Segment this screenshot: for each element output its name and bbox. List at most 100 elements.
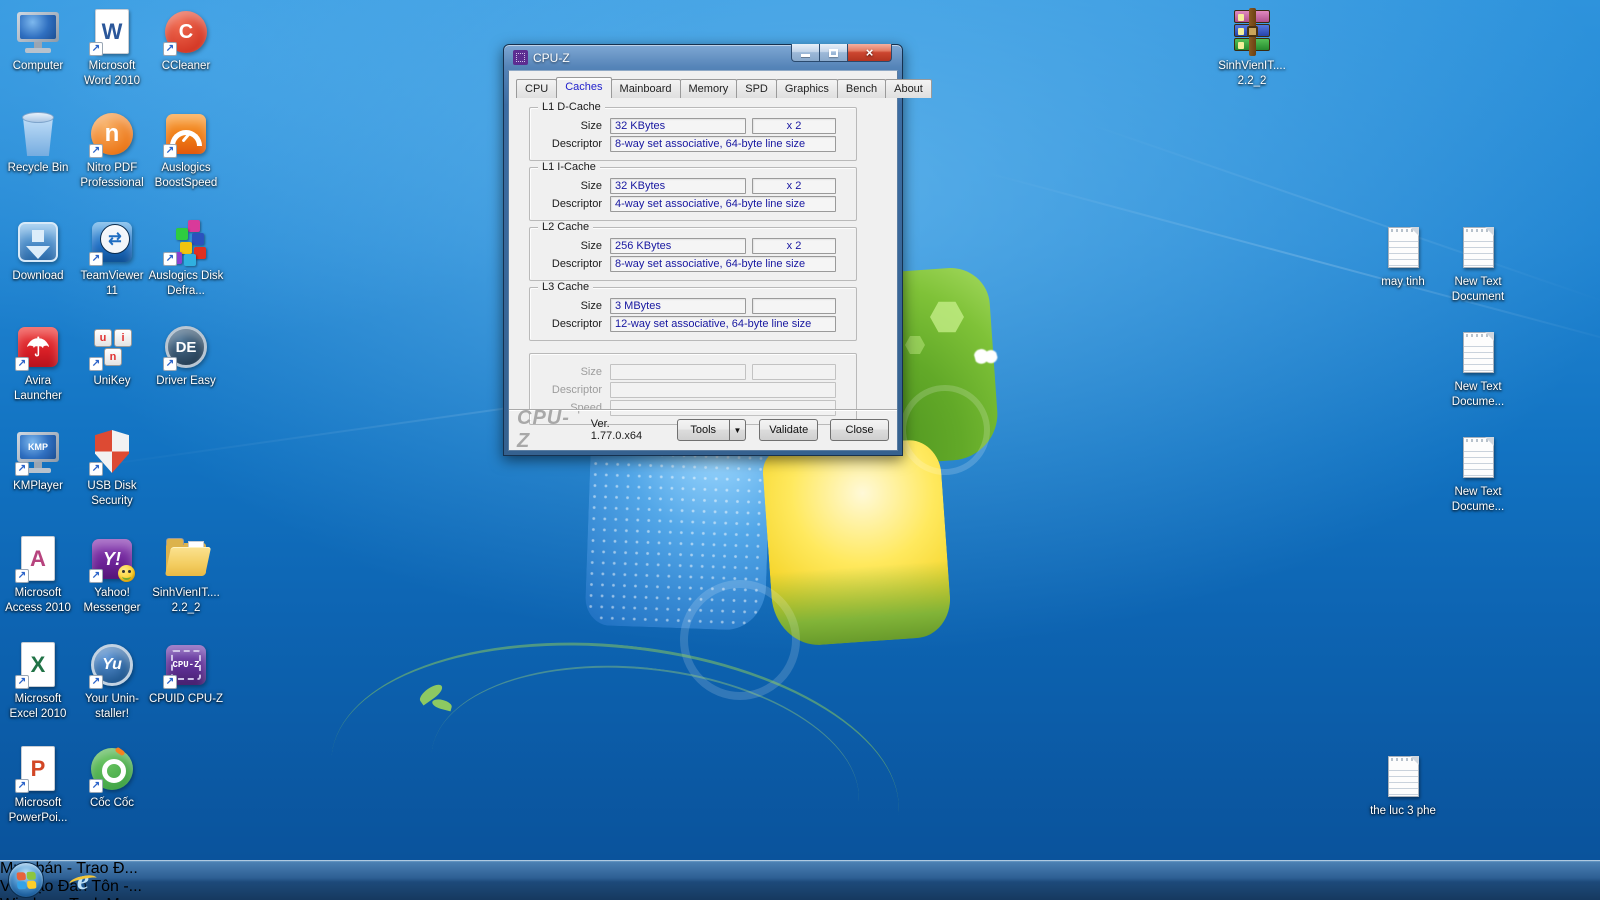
desktop-icon-sinhvienit-folder[interactable]: SinhVienIT.... 2.2_2 (148, 535, 224, 616)
descriptor-label: Descriptor (551, 258, 602, 270)
empty-count-field (752, 364, 836, 380)
desktop-icon-sinhvienit-rar[interactable]: SinhVienIT.... 2.2_2 (1214, 8, 1290, 89)
folder-icon (162, 535, 212, 583)
icon-label: CCleaner (161, 60, 211, 72)
cpuz-logo: CPU-Z (517, 407, 570, 452)
taskbar-button-coccoc-2[interactable]: Võ Đạo Đan Tôn -... (0, 878, 1600, 896)
desktop-icon-unikey[interactable]: u i n UniKey (74, 323, 150, 389)
title-bar[interactable]: CPU-Z × (508, 44, 898, 70)
text-document-icon (1454, 329, 1502, 377)
tab-graphics[interactable]: Graphics (775, 79, 838, 98)
empty-size-field (610, 364, 746, 380)
tab-strip: CPU Caches Mainboard Memory SPD Graphics… (509, 71, 932, 98)
close-dialog-button[interactable]: Close (830, 419, 889, 441)
desktop-icon-nitro-pdf[interactable]: n Nitro PDF Professional (74, 110, 150, 191)
l3-size-field: 3 MBytes (610, 298, 746, 314)
winrar-archive-icon (1228, 8, 1276, 56)
desktop-icon-the-luc-3-phe[interactable]: the luc 3 phe (1365, 753, 1441, 819)
group-title: L2 Cache (538, 221, 594, 233)
shortcut-arrow-icon (89, 42, 103, 56)
size-label: Size (580, 180, 602, 192)
close-button[interactable]: × (847, 44, 892, 62)
tab-caches[interactable]: Caches (556, 77, 612, 98)
nitro-pdf-icon: n (88, 110, 136, 158)
shortcut-arrow-icon (163, 42, 177, 56)
cpuz-window: CPU-Z × CPU Caches Mainboard Memory SPD … (503, 44, 932, 456)
shortcut-arrow-icon (15, 675, 29, 689)
desktop-icon-your-uninstaller[interactable]: Yu Your Unin-staller! (74, 641, 150, 722)
icon-label: Cốc Cốc (89, 797, 135, 809)
desktop-icon-yahoo-messenger[interactable]: Y! Yahoo! Messenger (74, 535, 150, 616)
tools-button[interactable]: Tools (676, 419, 730, 441)
start-button[interactable] (8, 862, 44, 898)
desktop-icon-powerpoint[interactable]: P Microsoft PowerPoi... (0, 745, 76, 826)
wallpaper-ring (900, 385, 990, 475)
tab-about[interactable]: About (885, 79, 932, 98)
tools-dropdown-button[interactable]: ▼ (729, 419, 747, 441)
validate-button[interactable]: Validate (759, 419, 819, 441)
desktop-icon-boostspeed[interactable]: Auslogics BoostSpeed (148, 110, 224, 191)
usb-disk-security-icon (88, 428, 136, 476)
desktop-icon-new-text-document-3[interactable]: New Text Docume... (1440, 434, 1516, 515)
windows-explorer-button[interactable] (128, 864, 162, 896)
desktop-icon-ccleaner[interactable]: C CCleaner (148, 8, 224, 74)
desktop-icon-new-text-document[interactable]: New Text Document (1440, 224, 1516, 305)
icon-label: Avira Launcher (14, 375, 62, 402)
download-icon (14, 218, 62, 266)
desktop-icon-disk-defrag[interactable]: Auslogics Disk Defra... (148, 218, 224, 299)
maximize-button[interactable] (819, 44, 848, 62)
descriptor-label: Descriptor (551, 198, 602, 210)
size-label: Size (580, 240, 602, 252)
l1-dcache-group: L1 D-Cache Size 32 KBytes x 2 Descriptor… (529, 101, 857, 161)
desktop-icon-new-text-document-2[interactable]: New Text Docume... (1440, 329, 1516, 410)
desktop-icon-kmplayer[interactable]: KMP KMPlayer (0, 428, 76, 494)
minimize-button[interactable] (791, 44, 820, 62)
icon-label: Computer (12, 60, 64, 72)
desktop-icon-usb-disk-security[interactable]: USB Disk Security (74, 428, 150, 509)
windows-media-player-button[interactable] (190, 864, 224, 896)
light-streak (1079, 120, 1600, 305)
size-label: Size (580, 300, 602, 312)
taskbar-button-task-manager[interactable]: Windows Task M... (0, 896, 1600, 900)
desktop-icon-computer[interactable]: Computer (0, 8, 76, 74)
icon-label: Microsoft Excel 2010 (9, 693, 67, 720)
tab-cpu[interactable]: CPU (516, 79, 558, 98)
windows-flag-icon (16, 871, 38, 890)
desktop-icon-excel[interactable]: X Microsoft Excel 2010 (0, 641, 76, 722)
teamviewer-icon: ⇄ (88, 218, 136, 266)
desktop-icon-access[interactable]: A Microsoft Access 2010 (0, 535, 76, 616)
desktop-icon-may-tinh[interactable]: may tinh (1365, 224, 1441, 290)
desktop-icon-cpuid-cpuz[interactable]: CPU-Z CPUID CPU-Z (148, 641, 224, 707)
desktop-icon-recycle-bin[interactable]: Recycle Bin (0, 110, 76, 176)
descriptor-label: Descriptor (551, 138, 602, 150)
icon-label: Microsoft PowerPoi... (8, 797, 68, 824)
access-icon: A (14, 535, 62, 583)
tab-mainboard[interactable]: Mainboard (610, 79, 681, 98)
icon-label: Microsoft Access 2010 (5, 587, 71, 614)
icon-label: Auslogics BoostSpeed (154, 162, 218, 189)
text-document-icon (1454, 224, 1502, 272)
empty-descriptor-field (610, 382, 836, 398)
desktop-icon-download[interactable]: Download (0, 218, 76, 284)
shortcut-arrow-icon (89, 569, 103, 583)
l2-descriptor-field: 8-way set associative, 64-byte line size (610, 256, 836, 272)
ccleaner-icon: C (162, 8, 210, 56)
excel-icon: X (14, 641, 62, 689)
icon-label: UniKey (93, 375, 131, 387)
size-label-disabled: Size (580, 366, 602, 378)
internet-explorer-button[interactable]: e (66, 864, 100, 896)
desktop-icon-coccoc[interactable]: Cốc Cốc (74, 745, 150, 811)
desktop-icon-driver-easy[interactable]: DE Driver Easy (148, 323, 224, 389)
cpuz-chip-icon: CPU-Z (162, 641, 210, 689)
text-document-icon (1454, 434, 1502, 482)
icon-label: SinhVienIT.... 2.2_2 (1218, 60, 1286, 87)
taskbar-button-coccoc-1[interactable]: Mua bán - Trao Đ... (0, 860, 1600, 878)
tab-memory[interactable]: Memory (679, 79, 738, 98)
icon-label: Driver Easy (156, 375, 216, 387)
tab-bench[interactable]: Bench (836, 79, 887, 98)
desktop-icon-teamviewer[interactable]: ⇄ TeamViewer 11 (74, 218, 150, 299)
desktop-icon-word[interactable]: W Microsoft Word 2010 (74, 8, 150, 89)
tab-spd[interactable]: SPD (736, 79, 777, 98)
desktop-icon-avira[interactable]: ☂ Avira Launcher (0, 323, 76, 404)
l3-cache-group: L3 Cache Size 3 MBytes Descriptor 12-way… (529, 281, 857, 341)
